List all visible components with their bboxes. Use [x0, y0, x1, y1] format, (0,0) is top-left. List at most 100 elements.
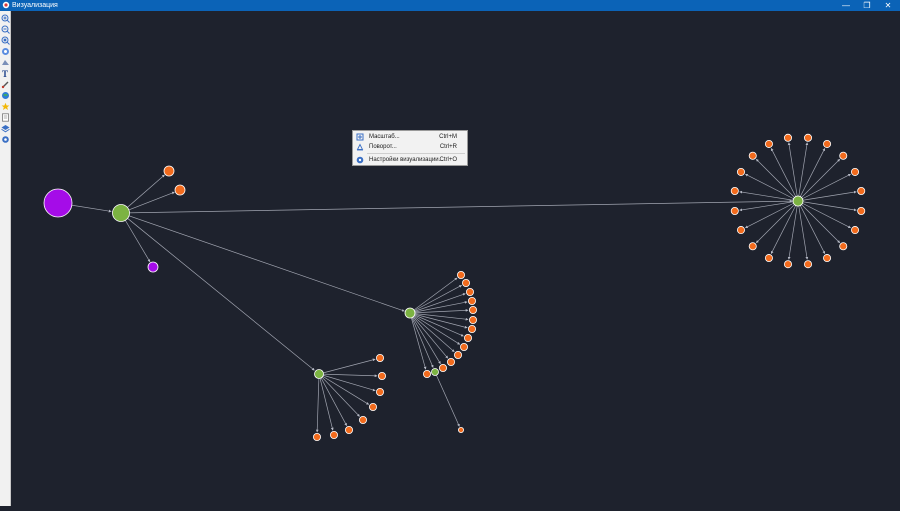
leaf-node[interactable]: [375, 387, 384, 396]
menu-item-rotate[interactable]: Поворот... Ctrl+R: [353, 142, 467, 152]
graph-edge: [755, 158, 799, 202]
graph-edge: [409, 277, 458, 314]
menu-separator: [367, 153, 465, 154]
graph-edge: [409, 312, 449, 359]
restore-button[interactable]: ❐: [857, 0, 877, 11]
menu-item-shortcut: Ctrl+R: [439, 144, 457, 150]
scale-icon: [356, 133, 364, 141]
leaf-node[interactable]: [456, 270, 465, 279]
settings-icon[interactable]: [1, 135, 10, 144]
nodes: [43, 133, 866, 441]
zoom-fit-icon[interactable]: [1, 36, 10, 45]
leaf-node[interactable]: [329, 430, 338, 439]
leaf-node[interactable]: [174, 184, 186, 196]
menu-item-label: Масштаб...: [369, 134, 400, 140]
window-title: Визуализация: [12, 2, 58, 9]
menu-item-visualization-settings[interactable]: Настройки визуализации... Ctrl+O: [353, 155, 467, 165]
menu-item-label: Поворот...: [369, 144, 397, 150]
leaf-node[interactable]: [467, 296, 476, 305]
leaf-node[interactable]: [468, 305, 477, 314]
leaf-node[interactable]: [463, 333, 472, 342]
leaf-node[interactable]: [839, 242, 848, 251]
graph-edge: [318, 373, 334, 431]
leaf-node[interactable]: [736, 226, 745, 235]
leaf-node[interactable]: [823, 139, 832, 148]
leaf-node[interactable]: [461, 278, 470, 287]
leaf-node[interactable]: [736, 167, 745, 176]
text-icon[interactable]: T: [1, 69, 10, 78]
hub-node[interactable]: [314, 369, 324, 379]
menu-item-shortcut: Ctrl+M: [439, 134, 457, 140]
graph-edge: [409, 312, 441, 365]
leaf-node[interactable]: [839, 151, 848, 160]
svg-text:T: T: [2, 69, 8, 78]
leaf-node[interactable]: [857, 207, 866, 216]
layers-icon[interactable]: [1, 124, 10, 133]
leaf-node[interactable]: [764, 254, 773, 263]
graph-edge: [434, 371, 460, 427]
graph-edge: [797, 200, 841, 244]
leaf-node[interactable]: [468, 315, 477, 324]
leaf-node[interactable]: [422, 369, 431, 378]
close-button[interactable]: ✕: [878, 0, 898, 11]
menu-item-shortcut: Ctrl+O: [439, 157, 457, 163]
leaf-node[interactable]: [358, 415, 367, 424]
leaf-node[interactable]: [312, 432, 321, 441]
hub-node[interactable]: [404, 307, 416, 319]
leaf-node[interactable]: [457, 426, 464, 433]
hub-node[interactable]: [792, 195, 804, 207]
leaf-node[interactable]: [459, 342, 468, 351]
leaf-node[interactable]: [163, 165, 175, 177]
leaf-node[interactable]: [783, 133, 792, 142]
leaf-node[interactable]: [804, 133, 813, 142]
leaf-node[interactable]: [851, 167, 860, 176]
zoom-out-icon[interactable]: [1, 25, 10, 34]
layout-icon[interactable]: [1, 58, 10, 67]
leaf-node[interactable]: [453, 350, 462, 359]
star-icon[interactable]: [1, 102, 10, 111]
pan-icon[interactable]: [1, 47, 10, 56]
leaf-node[interactable]: [748, 151, 757, 160]
hub-node[interactable]: [112, 204, 130, 222]
leaf-node[interactable]: [344, 425, 353, 434]
rotate-icon: [356, 143, 364, 151]
visualization-settings-icon: [356, 156, 364, 164]
leaf-node[interactable]: [368, 402, 377, 411]
graph-edge: [120, 199, 793, 214]
leaf-node[interactable]: [465, 287, 474, 296]
leaf-node[interactable]: [857, 186, 866, 195]
leaf-node[interactable]: [823, 254, 832, 263]
minimize-button[interactable]: —: [836, 0, 856, 11]
graph-edge: [755, 200, 799, 244]
root-node[interactable]: [43, 188, 73, 218]
graph-edge: [120, 212, 315, 371]
leaf-node[interactable]: [748, 242, 757, 251]
graph-edge: [318, 373, 378, 378]
leaf-node[interactable]: [375, 353, 384, 362]
graph-edge: [409, 293, 466, 314]
graph-canvas[interactable]: [11, 11, 900, 506]
leaf-node[interactable]: [467, 324, 476, 333]
leaf-node[interactable]: [438, 363, 447, 372]
leaf-node[interactable]: [377, 371, 386, 380]
zoom-in-icon[interactable]: [1, 14, 10, 23]
graph-view[interactable]: [11, 11, 900, 506]
context-menu: Масштаб... Ctrl+M Поворот... Ctrl+R Наст…: [352, 130, 468, 166]
brush-icon[interactable]: [1, 80, 10, 89]
leaf-node[interactable]: [730, 186, 739, 195]
purple-node[interactable]: [147, 261, 159, 273]
leaf-node[interactable]: [851, 226, 860, 235]
app-icon: [2, 1, 10, 9]
leaf-node[interactable]: [446, 357, 455, 366]
leaf-node[interactable]: [730, 207, 739, 216]
menu-item-scale[interactable]: Масштаб... Ctrl+M: [353, 132, 467, 142]
graph-edge: [120, 212, 405, 312]
hub-node[interactable]: [431, 368, 439, 376]
leaf-node[interactable]: [783, 260, 792, 269]
document-icon[interactable]: [1, 113, 10, 122]
leaf-node[interactable]: [764, 139, 773, 148]
globe-icon[interactable]: [1, 91, 10, 100]
menu-item-label: Настройки визуализации...: [369, 157, 444, 163]
leaf-node[interactable]: [804, 260, 813, 269]
graph-edge: [409, 285, 463, 314]
